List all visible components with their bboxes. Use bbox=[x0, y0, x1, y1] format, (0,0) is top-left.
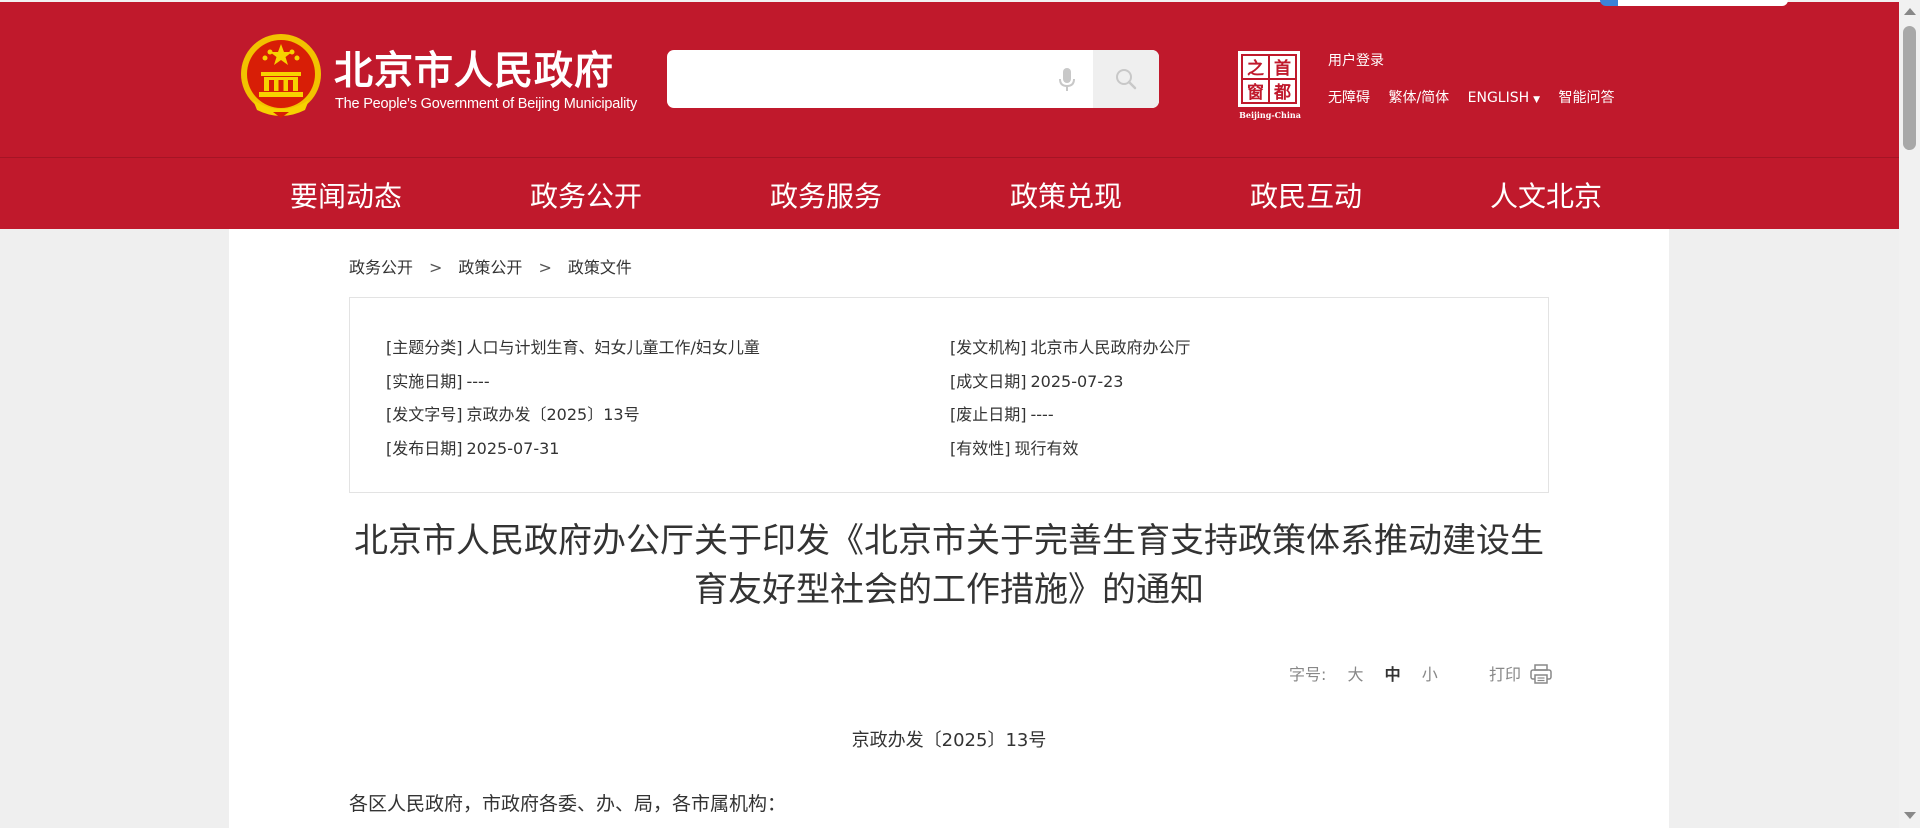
site-subtitle[interactable]: The People's Government of Beijing Munic… bbox=[335, 96, 637, 112]
meta-value: 人口与计划生育、妇女儿童工作/妇女儿童 bbox=[466, 338, 760, 357]
print-label: 打印 bbox=[1489, 665, 1522, 684]
capital-logo-subtitle: Beijing-China bbox=[1239, 110, 1301, 120]
font-size-large[interactable]: 大 bbox=[1348, 665, 1364, 684]
document-title-line: 北京市人民政府办公厅关于印发《北京市关于完善生育支持政策体系推动建设生 bbox=[354, 521, 1544, 561]
search-box bbox=[667, 50, 1159, 108]
smart-qa-link[interactable]: 智能问答 bbox=[1559, 90, 1615, 106]
traditional-simplified-toggle[interactable]: 繁体/简体 bbox=[1388, 90, 1449, 106]
search-input[interactable] bbox=[667, 50, 1093, 108]
meta-key: [发布日期] bbox=[386, 439, 463, 458]
capital-logo-char-1: 之 bbox=[1247, 58, 1264, 79]
breadcrumb-separator: > bbox=[538, 258, 552, 277]
print-button[interactable]: 打印 bbox=[1489, 661, 1552, 685]
meta-issuer: [发文机构] 北京市人民政府办公厅 bbox=[950, 334, 1191, 358]
breadcrumb-item[interactable]: 政策文件 bbox=[568, 258, 632, 277]
utility-links: 无障碍 繁体/简体 ENGLISH ▼ 智能问答 bbox=[1328, 87, 1629, 107]
microphone-icon[interactable] bbox=[1055, 66, 1079, 94]
document-salutation: 各区人民政府，市政府各委、办、局，各市属机构： bbox=[349, 793, 787, 815]
search-button[interactable] bbox=[1093, 50, 1159, 108]
capital-logo-char-3: 窗 bbox=[1247, 82, 1264, 103]
meta-value: 2025-07-23 bbox=[1030, 372, 1124, 391]
main-nav: 要闻动态 政务公开 政务服务 政策兑现 政民互动 人文北京 bbox=[0, 158, 1899, 229]
page: 北京市人民政府 The People's Government of Beiji… bbox=[0, 0, 1920, 828]
capital-logo-char-2: 首 bbox=[1274, 58, 1291, 79]
site-title[interactable]: 北京市人民政府 bbox=[334, 40, 614, 96]
nav-item-culture[interactable]: 人文北京 bbox=[1490, 175, 1602, 215]
vertical-scrollbar[interactable] bbox=[1899, 0, 1920, 828]
scrollbar-thumb[interactable] bbox=[1903, 26, 1916, 150]
english-label: ENGLISH bbox=[1467, 90, 1530, 106]
meta-key: [有效性] bbox=[950, 439, 1011, 458]
nav-item-policy[interactable]: 政策兑现 bbox=[1010, 175, 1122, 215]
meta-key: [发文字号] bbox=[386, 405, 463, 424]
browser-popup-edge bbox=[1600, 0, 1788, 6]
meta-value: 北京市人民政府办公厅 bbox=[1030, 338, 1191, 357]
meta-value: ---- bbox=[1030, 405, 1054, 424]
font-size-medium[interactable]: 中 bbox=[1385, 665, 1401, 684]
site-header: 北京市人民政府 The People's Government of Beiji… bbox=[0, 0, 1899, 157]
nav-item-news[interactable]: 要闻动态 bbox=[290, 175, 402, 215]
accessibility-link[interactable]: 无障碍 bbox=[1328, 90, 1370, 106]
font-size-selector: 字号: 大 中 小 bbox=[1289, 661, 1438, 685]
national-emblem-icon[interactable] bbox=[239, 32, 323, 120]
meta-value: 现行有效 bbox=[1014, 439, 1079, 458]
nav-item-gov-affairs[interactable]: 政务公开 bbox=[530, 175, 642, 215]
caret-down-icon: ▼ bbox=[1533, 95, 1541, 105]
capital-window-logo[interactable]: 之 首 窗 都 Beijing-China bbox=[1236, 49, 1304, 121]
meta-key: [主题分类] bbox=[386, 338, 463, 357]
nav-item-interaction[interactable]: 政民互动 bbox=[1250, 175, 1362, 215]
nav-item-gov-services[interactable]: 政务服务 bbox=[770, 175, 882, 215]
meta-value: ---- bbox=[466, 372, 490, 391]
meta-key: [成文日期] bbox=[950, 372, 1027, 391]
meta-expiry-date: [废止日期] ---- bbox=[950, 401, 1054, 425]
breadcrumb-separator: > bbox=[429, 258, 443, 277]
capital-logo-char-4: 都 bbox=[1273, 82, 1291, 103]
article-container: 政务公开 > 政策公开 > 政策文件 [主题分类] 人口与计划生育、妇女儿童工作/妇女儿童… bbox=[229, 229, 1669, 828]
meta-key: [实施日期] bbox=[386, 372, 463, 391]
document-title: 北京市人民政府办公厅关于印发《北京市关于完善生育支持政策体系推动建设生 育友好型… bbox=[349, 517, 1549, 615]
meta-validity: [有效性] 现行有效 bbox=[950, 435, 1079, 459]
meta-topic: [主题分类] 人口与计划生育、妇女儿童工作/妇女儿童 bbox=[386, 334, 760, 358]
breadcrumb-item[interactable]: 政策公开 bbox=[458, 258, 522, 277]
document-metadata: [主题分类] 人口与计划生育、妇女儿童工作/妇女儿童 [发文机构] 北京市人民政府办… bbox=[349, 297, 1549, 493]
scroll-down-arrow-icon[interactable] bbox=[1904, 812, 1916, 819]
search-icon bbox=[1116, 69, 1137, 90]
meta-key: [废止日期] bbox=[950, 405, 1027, 424]
meta-effective-date: [实施日期] ---- bbox=[386, 368, 490, 392]
meta-created-date: [成文日期] 2025-07-23 bbox=[950, 368, 1123, 392]
meta-published-date: [发布日期] 2025-07-31 bbox=[386, 435, 559, 459]
font-size-small[interactable]: 小 bbox=[1422, 665, 1438, 684]
font-size-label: 字号: bbox=[1289, 665, 1327, 684]
user-login-link[interactable]: 用户登录 bbox=[1328, 50, 1384, 70]
breadcrumb: 政务公开 > 政策公开 > 政策文件 bbox=[349, 254, 632, 278]
document-title-line: 育友好型社会的工作措施》的通知 bbox=[694, 570, 1204, 610]
meta-value: 京政办发〔2025〕13号 bbox=[466, 405, 640, 424]
english-dropdown[interactable]: ENGLISH ▼ bbox=[1468, 90, 1540, 106]
meta-value: 2025-07-31 bbox=[466, 439, 560, 458]
meta-key: [发文机构] bbox=[950, 338, 1027, 357]
breadcrumb-item[interactable]: 政务公开 bbox=[349, 258, 413, 277]
printer-icon bbox=[1530, 664, 1552, 684]
scroll-up-arrow-icon[interactable] bbox=[1904, 8, 1916, 15]
meta-doc-number: [发文字号] 京政办发〔2025〕13号 bbox=[386, 401, 640, 425]
document-number: 京政办发〔2025〕13号 bbox=[851, 730, 1047, 751]
